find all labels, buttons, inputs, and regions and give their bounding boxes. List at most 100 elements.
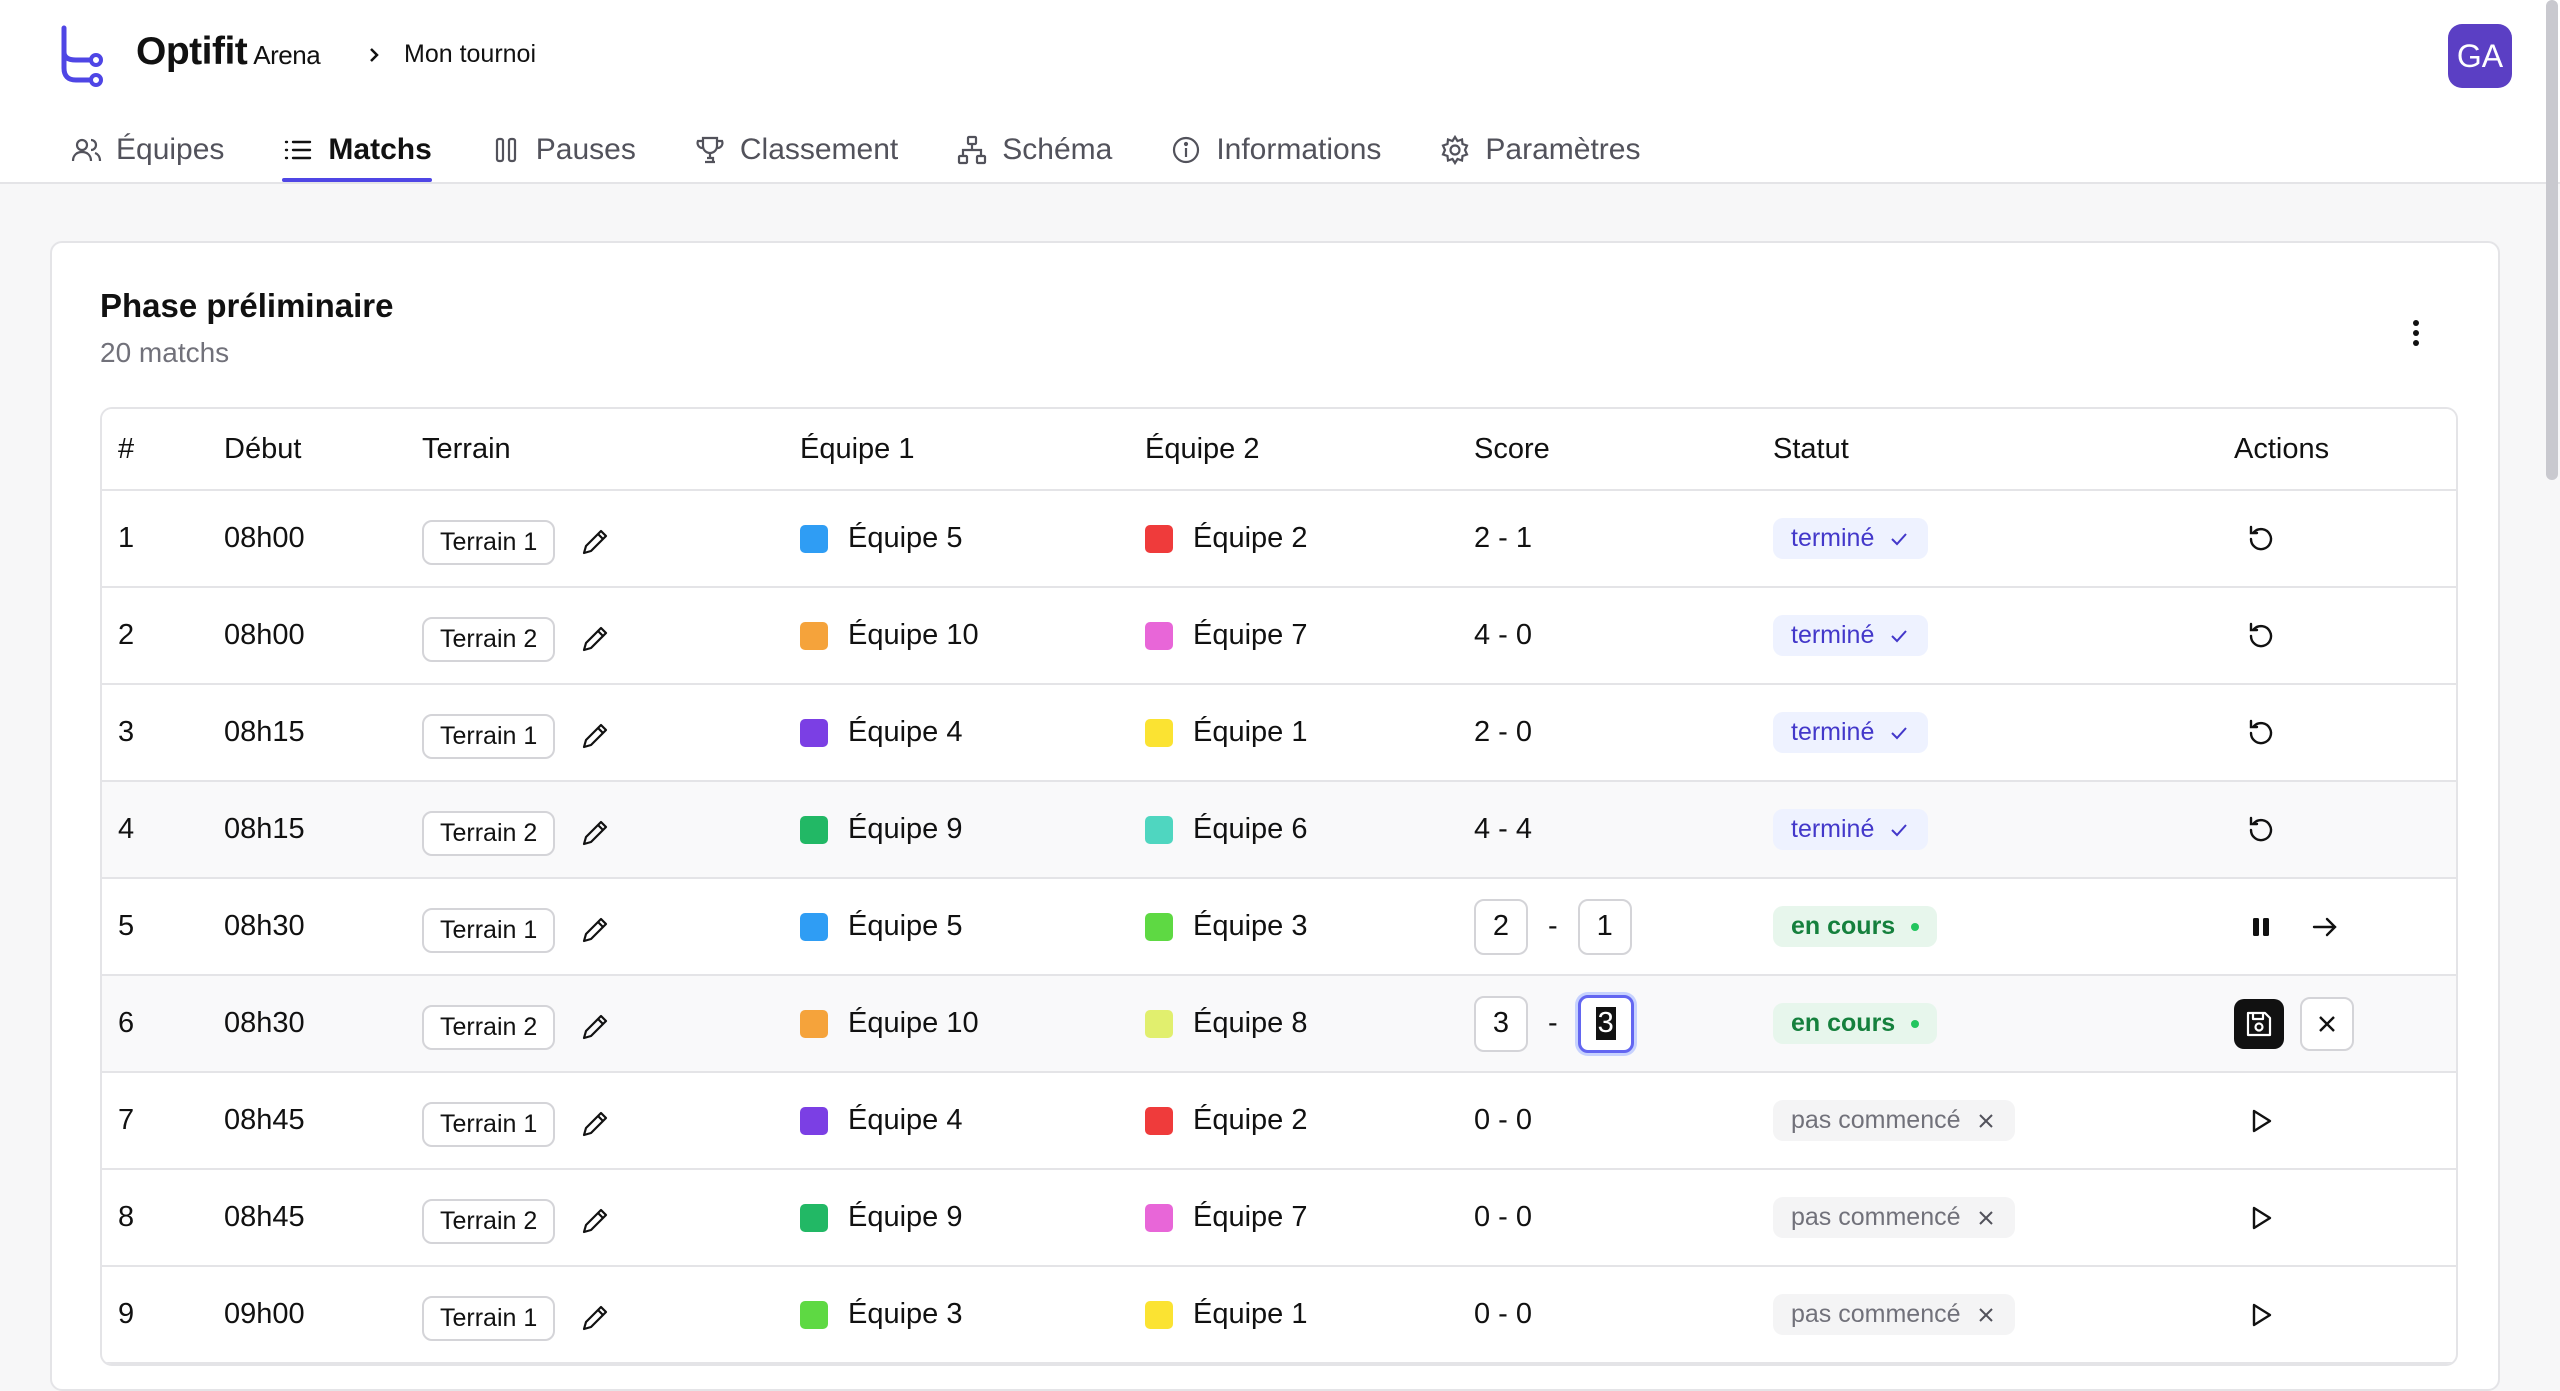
tab-schema[interactable]: Schéma: [956, 120, 1112, 180]
tab-informations[interactable]: Informations: [1170, 120, 1381, 180]
team-color-swatch: [1145, 1203, 1173, 1232]
next-arrow-icon[interactable]: [2308, 910, 2342, 944]
phase-card: Phase préliminaire 20 matchs # Début Ter…: [50, 241, 2500, 1391]
team-color-swatch: [1145, 815, 1173, 844]
status-label: terminé: [1791, 815, 1875, 843]
terrain-cell: Terrain 2: [422, 588, 611, 683]
team1-cell: Équipe 10: [800, 588, 979, 683]
terrain-tag[interactable]: Terrain 2: [422, 617, 556, 662]
start-match-icon[interactable]: [2244, 1298, 2278, 1332]
score-text: 4 - 4: [1474, 813, 1533, 845]
logo-icon[interactable]: [56, 22, 104, 88]
score-text: 0 - 0: [1474, 1104, 1533, 1136]
actions-cell: [2234, 685, 2278, 780]
close-icon: [1978, 1307, 1993, 1322]
team1-name: Équipe 3: [848, 1298, 963, 1330]
save-score-button[interactable]: [2234, 998, 2284, 1049]
reset-match-icon[interactable]: [2244, 522, 2278, 556]
score-team1-input[interactable]: 3: [1474, 995, 1528, 1052]
score-team1-input[interactable]: 2: [1474, 898, 1528, 955]
pause-match-icon[interactable]: [2244, 910, 2278, 944]
edit-terrain-icon[interactable]: [579, 817, 611, 849]
scrollbar-thumb[interactable]: [2546, 0, 2558, 480]
score-team2-value: 3: [1595, 1007, 1616, 1040]
reset-match-icon[interactable]: [2244, 619, 2278, 653]
user-avatar[interactable]: GA: [2448, 24, 2512, 88]
tab-parametres[interactable]: Paramètres: [1439, 120, 1640, 180]
team-color-swatch: [800, 1203, 828, 1232]
more-options-icon[interactable]: [2406, 313, 2426, 353]
team-color-swatch: [800, 1300, 828, 1329]
tab-pauses[interactable]: Pauses: [490, 120, 636, 180]
score-text: 2 - 0: [1474, 716, 1533, 748]
edit-terrain-icon[interactable]: [579, 1011, 611, 1043]
matches-table: # Début Terrain Équipe 1 Équipe 2 Score …: [100, 407, 2458, 1366]
table-row: 5 08h30 Terrain 1 Équipe 5 Équipe 3 2 - …: [102, 879, 2456, 976]
status-badge: terminé: [1773, 809, 1929, 850]
tab-equipes[interactable]: Équipes: [70, 120, 224, 180]
phase-title: Phase préliminaire: [100, 287, 394, 324]
team-color-swatch: [800, 524, 828, 553]
terrain-tag[interactable]: Terrain 1: [422, 520, 556, 565]
team2-cell: Équipe 7: [1145, 1170, 1308, 1265]
status-cell: pas commencé: [1773, 1267, 2015, 1362]
terrain-cell: Terrain 2: [422, 976, 611, 1071]
edit-terrain-icon[interactable]: [579, 1205, 611, 1237]
status-label: terminé: [1791, 621, 1875, 649]
score-editor: 3 - 3: [1474, 976, 1634, 1071]
status-label: pas commencé: [1791, 1203, 1961, 1231]
terrain-tag[interactable]: Terrain 2: [422, 1005, 556, 1050]
tab-label: Schéma: [1002, 133, 1113, 166]
actions-cell: [2234, 782, 2278, 877]
terrain-tag[interactable]: Terrain 1: [422, 1102, 556, 1147]
breadcrumb-tournament[interactable]: Mon tournoi: [404, 40, 536, 69]
status-badge: pas commencé: [1773, 1197, 2015, 1238]
score-team2-input[interactable]: 3: [1577, 994, 1634, 1053]
terrain-tag[interactable]: Terrain 1: [422, 714, 556, 759]
status-badge: terminé: [1773, 615, 1929, 656]
brand-name[interactable]: Optifit Arena: [136, 30, 321, 74]
tab-classement[interactable]: Classement: [694, 120, 898, 180]
edit-terrain-icon[interactable]: [579, 623, 611, 655]
edit-terrain-icon[interactable]: [579, 526, 611, 558]
score-team2-input[interactable]: 1: [1577, 898, 1632, 955]
edit-terrain-icon[interactable]: [579, 1108, 611, 1140]
check-icon: [1891, 726, 1908, 739]
table-row: 9 09h00 Terrain 1 Équipe 3 Équipe 1 0 - …: [102, 1267, 2456, 1364]
col-header-equipe1: Équipe 1: [800, 432, 915, 465]
reset-match-icon[interactable]: [2244, 716, 2278, 750]
col-header-equipe2: Équipe 2: [1145, 432, 1260, 465]
status-label: en cours: [1791, 912, 1896, 940]
team-color-swatch: [1145, 1106, 1173, 1135]
cancel-score-button[interactable]: [2300, 996, 2354, 1051]
table-row: 7 08h45 Terrain 1 Équipe 4 Équipe 2 0 - …: [102, 1073, 2456, 1170]
team2-name: Équipe 1: [1193, 1298, 1308, 1330]
team-color-swatch: [1145, 524, 1173, 553]
list-icon: [285, 140, 312, 160]
team2-name: Équipe 7: [1193, 619, 1308, 651]
team2-name: Équipe 6: [1193, 813, 1308, 845]
close-icon: [1978, 1210, 1993, 1225]
team1-name: Équipe 10: [848, 1007, 979, 1039]
team2-name: Équipe 3: [1193, 910, 1308, 942]
col-header-debut: Début: [224, 432, 302, 465]
team1-name: Équipe 5: [848, 522, 963, 554]
actions-cell: [2234, 879, 2342, 974]
terrain-tag[interactable]: Terrain 2: [422, 1199, 556, 1244]
edit-terrain-icon[interactable]: [579, 720, 611, 752]
team1-name: Équipe 5: [848, 910, 963, 942]
terrain-tag[interactable]: Terrain 1: [422, 908, 556, 953]
trophy-icon: [696, 136, 724, 164]
start-match-icon[interactable]: [2244, 1201, 2278, 1235]
status-cell: en cours: [1773, 879, 1938, 974]
terrain-tag[interactable]: Terrain 2: [422, 811, 556, 856]
terrain-tag[interactable]: Terrain 1: [422, 1296, 556, 1341]
edit-terrain-icon[interactable]: [579, 914, 611, 946]
tab-matchs[interactable]: Matchs: [282, 120, 433, 182]
start-match-icon[interactable]: [2244, 1104, 2278, 1138]
status-badge: terminé: [1773, 518, 1929, 559]
reset-match-icon[interactable]: [2244, 813, 2278, 847]
status-cell: terminé: [1773, 782, 1929, 877]
actions-cell: [2234, 1170, 2278, 1265]
team1-cell: Équipe 9: [800, 1170, 963, 1265]
